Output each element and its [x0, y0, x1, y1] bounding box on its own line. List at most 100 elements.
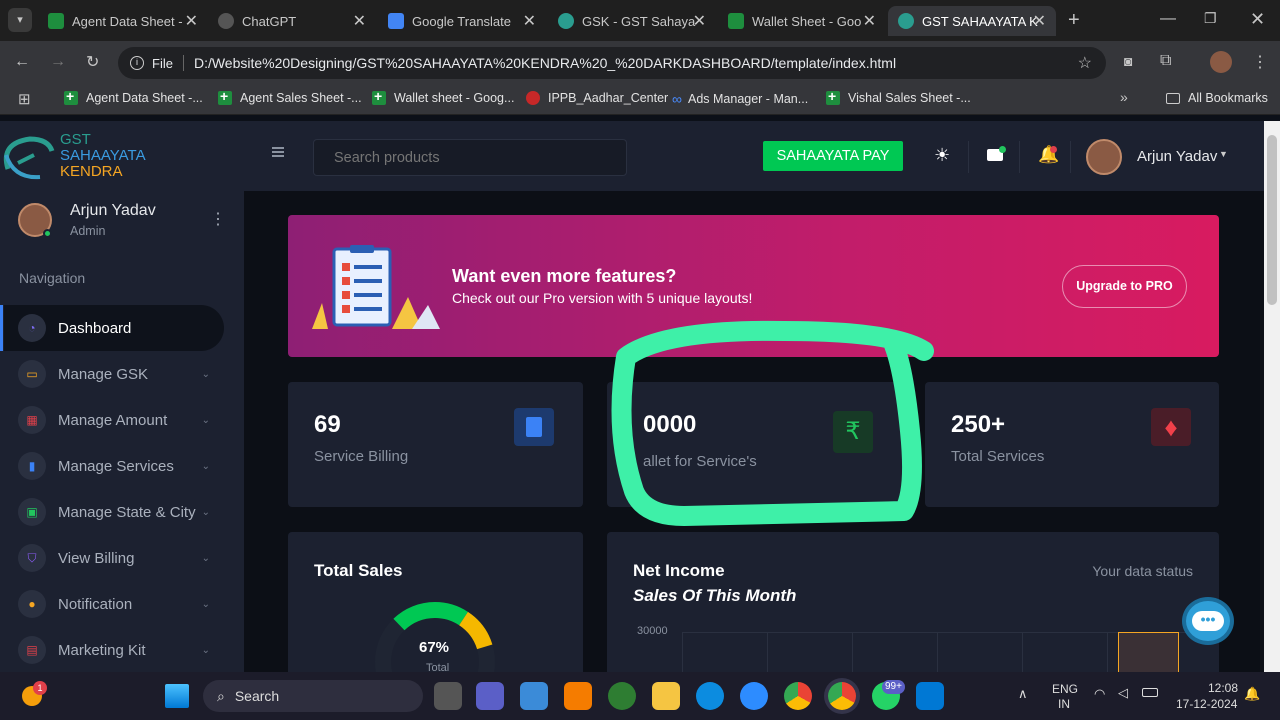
- chatgpt-icon: [218, 13, 234, 29]
- sidebar-item-marketing-kit[interactable]: ▤ Marketing Kit ⌄: [4, 627, 224, 673]
- lang-line-1[interactable]: ENG: [1052, 682, 1078, 696]
- taskbar-search[interactable]: ⌕ Search: [203, 680, 423, 712]
- hamburger-icon[interactable]: [272, 147, 284, 157]
- close-tab-icon[interactable]: ✕: [1033, 11, 1046, 31]
- wifi-icon[interactable]: ◠: [1094, 686, 1105, 702]
- sidebar-item-manage-services[interactable]: ▮ Manage Services ⌄: [4, 443, 224, 489]
- notification-center-icon[interactable]: 🔔: [1244, 686, 1260, 702]
- brand-logo[interactable]: GST SAHAAYATA KENDRA: [0, 131, 200, 187]
- sidebar-item-dashboard[interactable]: ◔ Dashboard: [4, 305, 224, 351]
- gsk-icon: [558, 13, 574, 29]
- bookmark-ippb[interactable]: IPPB_Aadhar_Center: [526, 91, 668, 105]
- top-navbar: SAHAAYATA PAY ☀ 🔔 Arjun Yadav ▼: [244, 121, 1264, 191]
- forward-icon[interactable]: →: [50, 53, 66, 71]
- tab-google-translate[interactable]: Google Translate ✕: [378, 6, 546, 36]
- upgrade-pro-button[interactable]: Upgrade to PRO: [1062, 265, 1187, 308]
- extensions-icon[interactable]: ⧉: [1160, 52, 1171, 70]
- user-avatar[interactable]: [1086, 139, 1122, 175]
- close-tab-icon[interactable]: ✕: [523, 11, 536, 31]
- sidebar-item-manage-state-city[interactable]: ▣ Manage State & City ⌄: [4, 489, 224, 535]
- teams-icon[interactable]: [476, 682, 504, 710]
- clock-date[interactable]: 17-12-2024: [1176, 697, 1237, 711]
- bookmark-wallet-sheet[interactable]: Wallet sheet - Goog...: [372, 88, 514, 105]
- net-income-subtitle: Sales Of This Month: [633, 586, 797, 605]
- data-status-link[interactable]: Your data status: [1092, 563, 1193, 579]
- bookmark-vishal-sales[interactable]: Vishal Sales Sheet -...: [826, 88, 971, 105]
- sheets-icon: [728, 13, 744, 29]
- reload-icon[interactable]: ↻: [86, 52, 99, 72]
- user-name[interactable]: Arjun Yadav: [1137, 148, 1217, 165]
- vscode-icon[interactable]: [916, 682, 944, 710]
- close-tab-icon[interactable]: ✕: [863, 11, 876, 31]
- info-icon[interactable]: i: [130, 56, 144, 70]
- logo-swoosh-icon: [3, 136, 55, 180]
- stat-value: 250+: [951, 411, 1006, 438]
- tab-wallet-sheet[interactable]: Wallet Sheet - Goo ✕: [718, 6, 886, 36]
- tab-search-icon[interactable]: ▾: [8, 8, 32, 32]
- stat-label: Total Services: [951, 448, 1045, 465]
- sidebar-item-manage-amount[interactable]: ▦ Manage Amount ⌄: [4, 397, 224, 443]
- new-tab-icon[interactable]: +: [1068, 9, 1080, 32]
- profile-role: Admin: [70, 224, 106, 238]
- file-explorer-icon[interactable]: [652, 682, 680, 710]
- chevron-down-icon: ⌄: [201, 414, 210, 426]
- sidebar-item-notification[interactable]: ● Notification ⌄: [4, 581, 224, 627]
- tab-chatgpt[interactable]: ChatGPT ✕: [208, 6, 376, 36]
- close-tab-icon[interactable]: ✕: [693, 11, 706, 31]
- xampp-icon[interactable]: [564, 682, 592, 710]
- all-bookmarks[interactable]: All Bookmarks: [1166, 91, 1268, 105]
- close-tab-icon[interactable]: ✕: [185, 11, 198, 31]
- tab-gst-sahaayata[interactable]: GST SAHAAYATA K ✕: [888, 6, 1056, 36]
- close-tab-icon[interactable]: ✕: [353, 11, 366, 31]
- tray-chevron-icon[interactable]: ∧: [1018, 686, 1028, 702]
- minimize-icon[interactable]: —: [1160, 10, 1176, 28]
- sidebar-item-view-billing[interactable]: ⛉ View Billing ⌄: [4, 535, 224, 581]
- page-scrollbar[interactable]: [1264, 121, 1280, 672]
- globe-app-icon[interactable]: [608, 682, 636, 710]
- restore-icon[interactable]: ❐: [1204, 10, 1217, 27]
- apps-grid-icon[interactable]: ⊞: [18, 90, 31, 108]
- volume-icon[interactable]: ◁: [1118, 685, 1128, 701]
- chat-widget-button[interactable]: •••: [1174, 591, 1240, 653]
- bookmark-agent-sales[interactable]: Agent Sales Sheet -...: [218, 88, 362, 105]
- bookmark-star-icon[interactable]: ☆: [1078, 53, 1092, 73]
- lang-line-2[interactable]: IN: [1058, 697, 1070, 711]
- task-view-icon[interactable]: [434, 682, 462, 710]
- theme-sun-icon[interactable]: ☀: [934, 145, 950, 166]
- zoom-icon[interactable]: [740, 682, 768, 710]
- close-window-icon[interactable]: ✕: [1250, 9, 1265, 30]
- laptop-icon: ▭: [18, 360, 46, 388]
- clipboard-icon: [514, 408, 554, 446]
- profile-avatar-icon[interactable]: [1210, 51, 1232, 73]
- tab-agent-data-sheet[interactable]: Agent Data Sheet - ✕: [38, 6, 208, 36]
- battery-icon[interactable]: [1142, 688, 1158, 697]
- sahaayata-pay-button[interactable]: SAHAAYATA PAY: [763, 141, 903, 171]
- clock-time[interactable]: 12:08: [1208, 681, 1238, 695]
- user-dropdown-icon[interactable]: ▼: [1219, 149, 1228, 159]
- bell-icon: ●: [18, 590, 46, 618]
- bookmark-ads-manager[interactable]: ∞ Ads Manager - Man...: [672, 91, 808, 107]
- tab-gsk[interactable]: GSK - GST Sahaya ✕: [548, 6, 716, 36]
- bar-chart-icon: ▮: [18, 452, 46, 480]
- search-input[interactable]: [313, 139, 627, 176]
- bookmark-agent-data[interactable]: Agent Data Sheet -...: [64, 88, 203, 105]
- banner-subtitle: Check out our Pro version with 5 unique …: [452, 290, 753, 306]
- translate-icon: [388, 13, 404, 29]
- sidebar-item-manage-gsk[interactable]: ▭ Manage GSK ⌄: [4, 351, 224, 397]
- notification-badge: [1050, 146, 1057, 153]
- menu-dots-icon[interactable]: ⋮: [1252, 52, 1268, 72]
- camera-icon[interactable]: ◙: [1124, 53, 1132, 69]
- chrome-icon[interactable]: [784, 682, 812, 710]
- donut-sub-label: Total: [426, 662, 450, 672]
- stat-label: Service Billing: [314, 448, 409, 465]
- chrome-profile-icon[interactable]: [828, 682, 856, 710]
- table-icon: ▦: [18, 406, 46, 434]
- more-bookmarks-icon[interactable]: »: [1120, 89, 1128, 105]
- back-icon[interactable]: ←: [14, 53, 30, 71]
- edge-icon[interactable]: [696, 682, 724, 710]
- ippb-icon: [526, 91, 540, 105]
- profile-menu-icon[interactable]: ⋮: [210, 209, 226, 229]
- notepad-icon[interactable]: [520, 682, 548, 710]
- url-field[interactable]: i File D:/Website%20Designing/GST%20SAHA…: [118, 47, 1106, 79]
- start-windows-icon[interactable]: [165, 684, 189, 708]
